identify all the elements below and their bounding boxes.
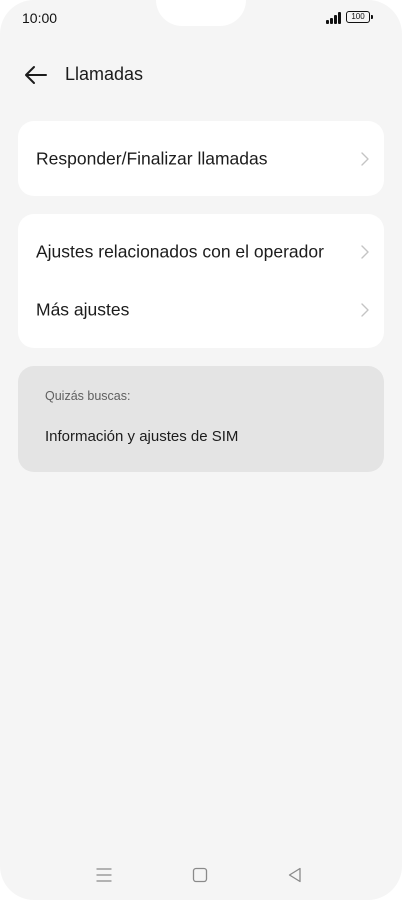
suggestion-sim-settings[interactable]: Información y ajustes de SIM — [45, 428, 238, 445]
row-label: Responder/Finalizar llamadas — [36, 148, 268, 168]
row-operator-settings[interactable]: Ajustes relacionados con el operador — [18, 223, 384, 281]
status-time: 10:00 — [22, 10, 58, 26]
navigation-bar — [0, 856, 402, 896]
status-bar: 10:00 100 — [0, 0, 402, 36]
signal-icon — [326, 12, 342, 24]
suggestions-heading: Quizás buscas: — [45, 389, 131, 403]
row-label: Ajustes relacionados con el operador — [36, 241, 324, 262]
phone-screen: 10:00 100 Llamadas Responder/Finalizar l… — [0, 0, 402, 900]
back-button[interactable] — [22, 62, 50, 88]
chevron-right-icon — [361, 303, 369, 317]
menu-icon — [96, 868, 112, 882]
settings-card-answer: Responder/Finalizar llamadas — [18, 121, 384, 196]
row-answer-end-calls[interactable]: Responder/Finalizar llamadas — [18, 121, 384, 196]
page-title: Llamadas — [65, 64, 144, 84]
back-triangle-icon — [288, 867, 301, 883]
arrow-left-icon — [25, 66, 47, 84]
chevron-right-icon — [361, 151, 369, 166]
row-more-settings[interactable]: Más ajustes — [18, 281, 384, 339]
row-label: Más ajustes — [36, 299, 130, 320]
nav-back-button[interactable] — [284, 864, 306, 886]
battery-level: 100 — [351, 12, 365, 21]
recents-button[interactable] — [93, 864, 115, 886]
settings-card-operator: Ajustes relacionados con el operador Más… — [18, 214, 384, 348]
chevron-right-icon — [361, 245, 369, 259]
camera-notch — [156, 0, 246, 26]
home-button[interactable] — [189, 864, 211, 886]
battery-icon: 100 — [346, 11, 373, 23]
home-icon — [192, 867, 208, 883]
suggestions-card: Quizás buscas: Información y ajustes de … — [18, 366, 384, 472]
